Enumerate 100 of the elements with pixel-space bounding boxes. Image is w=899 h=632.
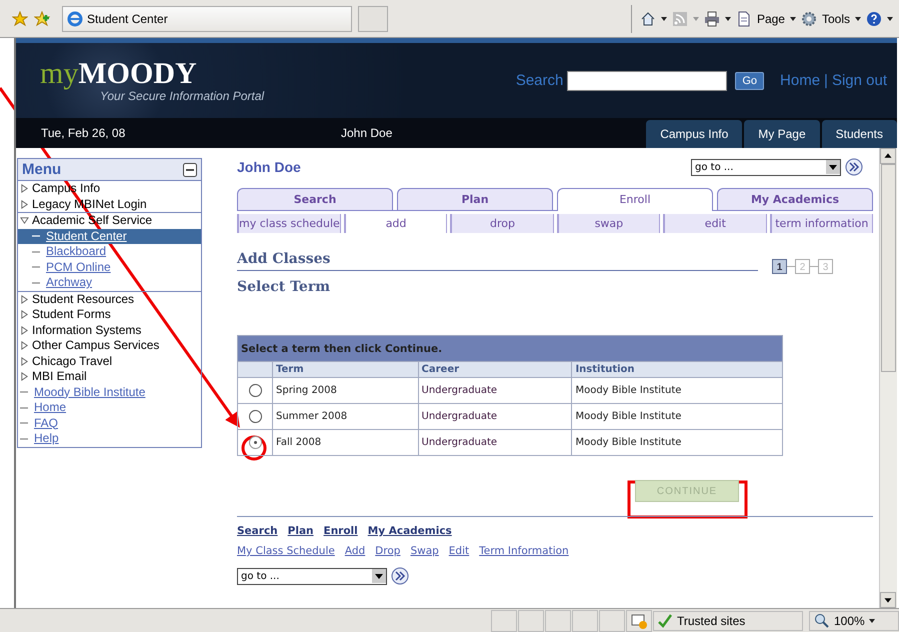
status-pane <box>572 610 598 632</box>
table-cell: Moody Bible Institute <box>572 378 782 404</box>
radio-button[interactable] <box>248 410 262 423</box>
collapsed-triangle-icon[interactable] <box>20 294 29 304</box>
site-logo: myMOODY <box>40 58 198 88</box>
collapsed-triangle-icon[interactable] <box>20 200 29 209</box>
tools-menu[interactable]: Tools <box>822 12 850 26</box>
step-indicator: 3 <box>818 259 833 274</box>
step-indicator: 1 <box>772 259 787 274</box>
go-to-dropdown[interactable]: go to ... <box>237 568 387 584</box>
menu-item[interactable]: Chicago Travel <box>32 354 112 369</box>
nav-tab[interactable]: Campus Info <box>646 120 742 148</box>
sub-tab[interactable]: drop <box>450 214 554 233</box>
menu-item[interactable]: Help <box>34 431 59 446</box>
column-header: Term <box>272 362 418 378</box>
collapsed-triangle-icon[interactable] <box>20 326 29 335</box>
menu-item[interactable]: Home <box>34 400 66 416</box>
sign-out-link[interactable]: Sign out <box>832 72 887 89</box>
search-field[interactable] <box>567 70 728 90</box>
help-icon[interactable] <box>866 10 882 26</box>
menu-item[interactable]: Blackboard <box>46 244 106 260</box>
home-icon[interactable] <box>640 10 656 26</box>
expanded-triangle-icon[interactable] <box>20 216 29 226</box>
nav-tab[interactable]: Students <box>822 120 897 148</box>
footer-link[interactable]: Term Information <box>479 545 569 557</box>
caret-icon[interactable] <box>660 16 667 20</box>
favorites-star-icon[interactable] <box>12 10 28 26</box>
footer-link[interactable]: Drop <box>375 545 400 557</box>
menu-item[interactable]: PCM Online <box>46 260 111 275</box>
go-to-dropdown[interactable]: go to ... <box>691 158 841 176</box>
menu-item[interactable]: Student Resources <box>32 292 134 307</box>
collapsed-triangle-icon[interactable] <box>20 184 29 194</box>
radio-button[interactable] <box>248 436 262 449</box>
student-name: John Doe <box>237 159 301 175</box>
page-tab[interactable]: My Academics <box>717 188 873 210</box>
page-icon[interactable] <box>736 10 752 26</box>
browser-logo-icon <box>67 10 83 26</box>
sub-tab[interactable]: swap <box>556 214 660 233</box>
table-cell: Moody Bible Institute <box>572 430 782 456</box>
nav-tab[interactable]: My Page <box>744 120 820 148</box>
menu-item[interactable]: Archway <box>46 275 92 290</box>
caret-icon[interactable] <box>724 16 731 20</box>
footer-link[interactable]: Enroll <box>324 525 358 537</box>
sub-tab[interactable]: edit <box>663 214 767 233</box>
zoom-control[interactable]: 100% <box>809 610 899 630</box>
table-cell: Fall 2008 <box>272 430 418 456</box>
security-warning-icon <box>631 612 647 628</box>
menu-item[interactable]: FAQ <box>34 416 58 431</box>
collapse-icon[interactable] <box>183 162 197 176</box>
menu-item[interactable]: Information Systems <box>32 322 142 338</box>
scroll-down-icon[interactable] <box>880 592 896 608</box>
gear-icon[interactable] <box>800 10 817 26</box>
go-button[interactable]: Go <box>735 72 764 90</box>
home-link[interactable]: Home <box>780 72 820 89</box>
highlight-circle <box>242 436 266 460</box>
status-pane <box>545 610 571 632</box>
menu-item[interactable]: Student Forms <box>32 307 111 322</box>
sub-tab[interactable]: term information <box>770 214 874 233</box>
scrollbar[interactable] <box>879 148 897 608</box>
column-header: Career <box>418 362 572 378</box>
menu-item[interactable]: Moody Bible Institute <box>34 384 146 400</box>
dash-icon <box>20 406 28 410</box>
sub-tab[interactable]: add <box>344 214 448 233</box>
footer-link[interactable]: Search <box>237 525 278 537</box>
page-tab[interactable]: Search <box>237 188 393 210</box>
step-indicator: 2 <box>795 259 810 274</box>
printer-icon[interactable] <box>704 10 720 26</box>
footer-link[interactable]: Add <box>344 545 366 557</box>
user-name: John Doe <box>341 126 394 140</box>
browser-tab[interactable]: Student Center <box>62 6 352 32</box>
sub-tab[interactable]: my class schedule <box>237 214 341 233</box>
collapsed-triangle-icon[interactable] <box>20 310 29 320</box>
collapsed-triangle-icon[interactable] <box>20 372 29 382</box>
zoom-icon <box>814 612 830 628</box>
footer-link[interactable]: Plan <box>288 525 314 537</box>
scroll-up-icon[interactable] <box>880 148 896 164</box>
table-cell: Summer 2008 <box>272 404 418 430</box>
dash-icon <box>32 280 40 285</box>
dash-icon <box>32 234 40 238</box>
footer-link[interactable]: Edit <box>448 545 470 557</box>
caret-icon[interactable] <box>868 618 875 622</box>
collapsed-triangle-icon[interactable] <box>20 341 29 350</box>
dash-icon <box>32 265 40 270</box>
page-tab[interactable]: Plan <box>397 188 553 210</box>
caret-icon[interactable] <box>855 16 861 20</box>
caret-icon[interactable] <box>887 16 893 20</box>
footer-link[interactable]: My Academics <box>368 525 452 537</box>
page-menu[interactable]: Page <box>756 12 785 26</box>
tagline: Your Secure Information Portal <box>100 88 264 102</box>
status-pane <box>518 610 544 632</box>
caret-icon[interactable] <box>790 16 796 20</box>
footer-link[interactable]: Swap <box>410 545 439 557</box>
collapsed-triangle-icon[interactable] <box>20 356 29 366</box>
date-text: Tue, Feb 26, 08 <box>41 126 126 140</box>
page-tab[interactable]: Enroll <box>557 188 713 211</box>
add-favorite-icon[interactable] <box>34 10 50 26</box>
radio-button[interactable] <box>248 384 262 397</box>
footer-link[interactable]: My Class Schedule <box>237 545 335 557</box>
menu-item[interactable]: Other Campus Services <box>32 338 160 354</box>
menu-item[interactable]: MBI Email <box>32 369 87 384</box>
